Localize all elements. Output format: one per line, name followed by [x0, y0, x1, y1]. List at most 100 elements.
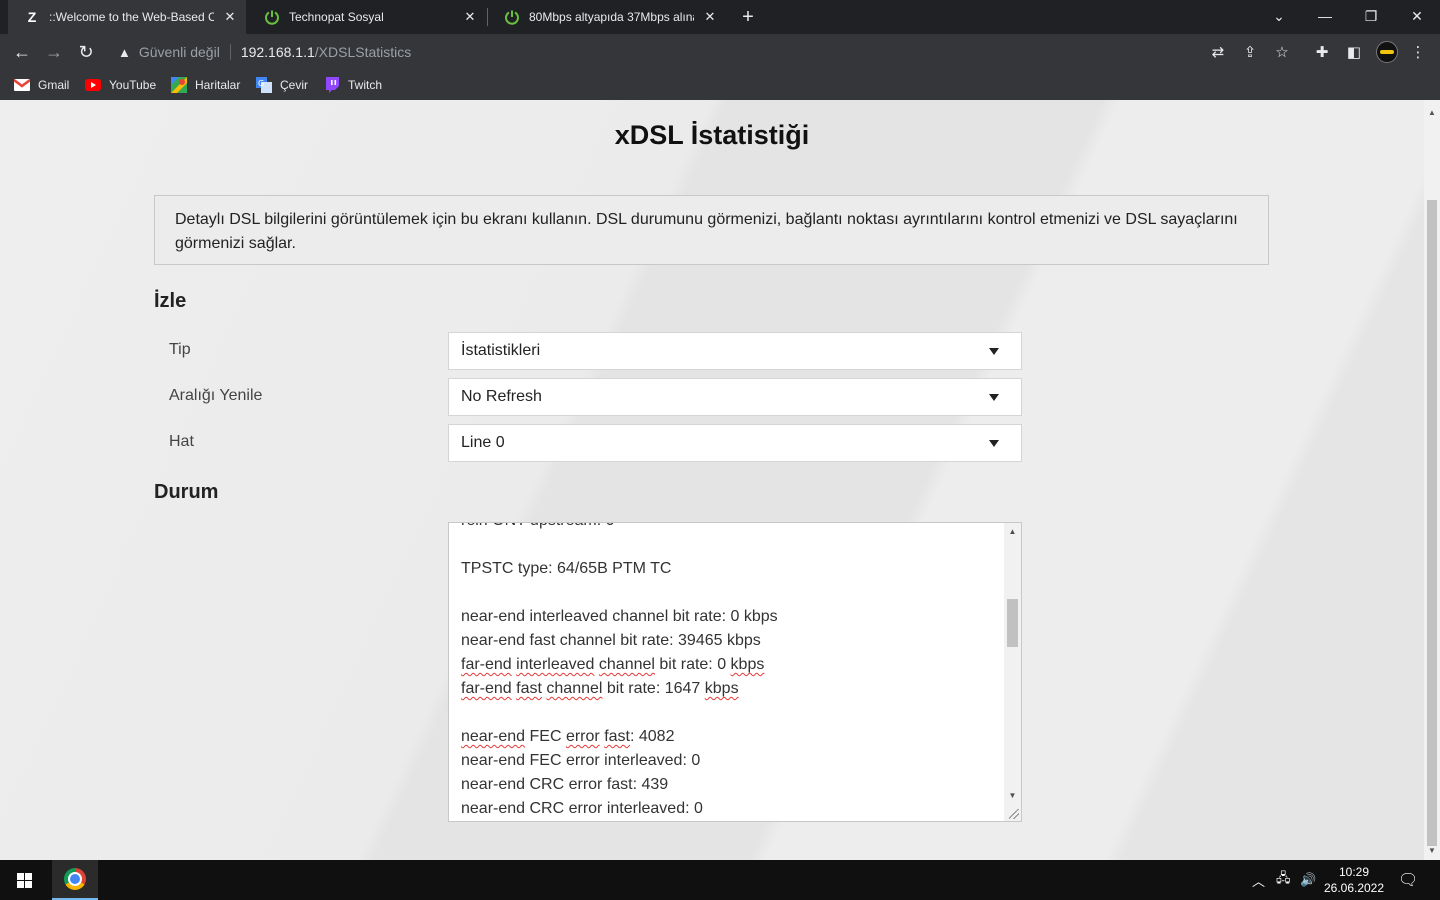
status-line: far-end interleaved channel bit rate: 0 … — [461, 653, 1001, 677]
status-line: TPSTC type: 64/65B PTM TC — [461, 560, 672, 577]
tab-title: 80Mbps altyapıda 37Mbps alınab — [529, 10, 694, 24]
line-select[interactable]: Line 0 — [448, 424, 1022, 462]
minimize-button[interactable]: — — [1302, 0, 1348, 32]
close-tab-icon[interactable]: ✕ — [702, 9, 718, 25]
warning-triangle-icon[interactable]: ▲ — [118, 45, 131, 60]
status-line: rein ONT upstream: 0 — [461, 523, 1001, 533]
chrome-icon — [64, 868, 86, 890]
status-scrollbar-thumb[interactable] — [1007, 599, 1018, 647]
zyxel-z-icon: Z — [27, 9, 37, 25]
page-scrollbar[interactable]: ▲ ▼ — [1424, 100, 1440, 860]
bookmark-youtube[interactable]: YouTube — [85, 76, 156, 94]
page-scrollbar-thumb[interactable] — [1427, 200, 1437, 846]
bookmark-twitch[interactable]: Twitch — [324, 76, 382, 94]
profile-avatar[interactable] — [1376, 41, 1398, 63]
scroll-down-arrow-icon[interactable]: ▼ — [1424, 842, 1440, 858]
status-textarea[interactable]: rein ONT upstream: 0 TPSTC type: 64/65B … — [448, 522, 1022, 822]
refresh-interval-label: Aralığı Yenile — [169, 387, 263, 404]
status-line: near-end CRC error fast: 439 — [461, 776, 669, 793]
share-icon[interactable]: ⇪ — [1241, 43, 1259, 61]
bookmark-label: Twitch — [348, 78, 383, 92]
back-button[interactable]: ← — [8, 38, 36, 66]
status-heading: Durum — [154, 481, 219, 503]
bookmark-label: Haritalar — [195, 78, 241, 92]
address-bar[interactable]: ▲ Güvenli değil 192.168.1.1 /XDSLStatist… — [108, 37, 1298, 67]
window-controls: ⌄ — ❐ ✕ — [1256, 0, 1440, 34]
bookmark-label: Gmail — [38, 78, 70, 92]
status-text: bit rate: 0 — [659, 656, 727, 673]
line-select-value: Line 0 — [461, 434, 505, 451]
spell-word: kbps — [704, 680, 739, 697]
windows-logo-icon — [16, 872, 32, 888]
description-text: Detaylı DSL bilgilerini görüntülemek içi… — [175, 211, 1238, 252]
address-divider — [229, 44, 231, 60]
taskbar-clock[interactable]: 10:29 26.06.2022 — [1318, 864, 1390, 896]
tab-search-chevron-icon[interactable]: ⌄ — [1256, 0, 1302, 32]
youtube-icon — [85, 77, 101, 93]
line-label: Hat — [169, 433, 194, 450]
page-title: xDSL İstatistiği — [614, 120, 810, 150]
status-line: near-end interleaved channel bit rate: 0… — [461, 608, 778, 625]
scroll-up-arrow-icon[interactable]: ▲ — [1424, 104, 1440, 120]
tab-title: Technopat Sosyal — [289, 10, 384, 24]
clock-time: 10:29 — [1338, 865, 1370, 879]
taskbar-chrome[interactable] — [52, 860, 98, 900]
menu-kebab-icon[interactable]: ⋮ — [1409, 43, 1427, 61]
restore-button[interactable]: ❐ — [1348, 0, 1394, 32]
bookmark-translate[interactable]: G Çevir — [256, 76, 308, 94]
page-viewport: xDSL İstatistiği Detaylı DSL bilgilerini… — [0, 100, 1424, 860]
bookmark-star-icon[interactable]: ☆ — [1273, 43, 1291, 61]
type-select[interactable]: İstatistikleri — [448, 332, 1022, 370]
status-text: bit rate: 1647 — [606, 680, 701, 697]
tab-forum-thread[interactable]: 80Mbps altyapıda 37Mbps alınab ✕ — [488, 0, 726, 34]
bookmark-gmail[interactable]: Gmail — [14, 76, 69, 94]
scroll-down-arrow-icon[interactable]: ▼ — [1004, 787, 1021, 804]
notifications-icon[interactable]: 🗨 — [1398, 860, 1418, 900]
tab-title: ::Welcome to the Web-Based Co — [49, 10, 214, 24]
bookmark-maps[interactable]: Haritalar — [171, 76, 240, 94]
spell-word: interleaved — [516, 656, 595, 673]
status-scrollbar[interactable]: ▲ ▼ — [1004, 523, 1021, 821]
power-icon — [264, 9, 280, 25]
close-tab-icon[interactable]: ✕ — [462, 9, 478, 25]
translate-icon: G — [256, 77, 272, 93]
description-box: Detaylı DSL bilgilerini görüntülemek içi… — [154, 195, 1269, 265]
extensions-puzzle-icon[interactable]: ✚ — [1313, 43, 1331, 61]
scroll-up-arrow-icon[interactable]: ▲ — [1004, 523, 1021, 540]
status-line: near-end FEC error interleaved: 0 — [461, 752, 701, 769]
url-path: /XDSLStatistics — [314, 44, 412, 60]
status-line-blank — [461, 533, 1001, 557]
spell-word: channel — [598, 656, 655, 673]
side-panel-icon[interactable]: ◧ — [1345, 43, 1363, 61]
status-line: near-end fast channel bit rate: 39465 kb… — [461, 632, 761, 649]
spell-word: far-end — [461, 656, 512, 673]
status-line-blank — [461, 581, 1001, 605]
refresh-interval-select[interactable]: No Refresh — [448, 378, 1022, 416]
clock-date: 26.06.2022 — [1323, 881, 1385, 895]
tab-technopat[interactable]: Technopat Sosyal ✕ — [248, 0, 486, 34]
tab-router[interactable]: Z ::Welcome to the Web-Based Co ✕ — [8, 0, 246, 34]
new-tab-button[interactable]: + — [736, 5, 760, 29]
url-host: 192.168.1.1 — [240, 44, 315, 60]
tray-overflow-chevron-icon[interactable]: ︿ — [1252, 860, 1265, 900]
translate-page-icon[interactable]: ⇄ — [1209, 43, 1227, 61]
status-lines: rein ONT upstream: 0 TPSTC type: 64/65B … — [461, 523, 1001, 821]
forward-button[interactable]: → — [40, 38, 68, 66]
close-window-button[interactable]: ✕ — [1394, 0, 1440, 32]
power-icon — [504, 9, 520, 25]
bookmarks-bar: Gmail YouTube Haritalar G Çevir Twitch — [0, 70, 1440, 100]
security-label[interactable]: Güvenli değil — [139, 44, 220, 60]
reload-button[interactable]: ↻ — [72, 38, 100, 66]
status-line: far-end fast channel bit rate: 1647 kbps — [461, 677, 1001, 701]
gmail-icon — [14, 77, 30, 93]
close-tab-icon[interactable]: ✕ — [222, 9, 238, 25]
network-icon[interactable]: 🖧 — [1276, 860, 1291, 900]
dropdown-caret-icon — [989, 348, 999, 355]
dropdown-caret-icon — [989, 394, 999, 401]
browser-toolbar: ← → ↻ ▲ Güvenli değil 192.168.1.1 /XDSLS… — [0, 34, 1440, 70]
start-button[interactable] — [0, 860, 48, 900]
resize-handle-icon[interactable] — [1009, 809, 1019, 819]
spell-word: kbps — [730, 656, 765, 673]
volume-icon[interactable]: 🔊 — [1300, 860, 1316, 900]
status-line-blank — [461, 701, 1001, 725]
